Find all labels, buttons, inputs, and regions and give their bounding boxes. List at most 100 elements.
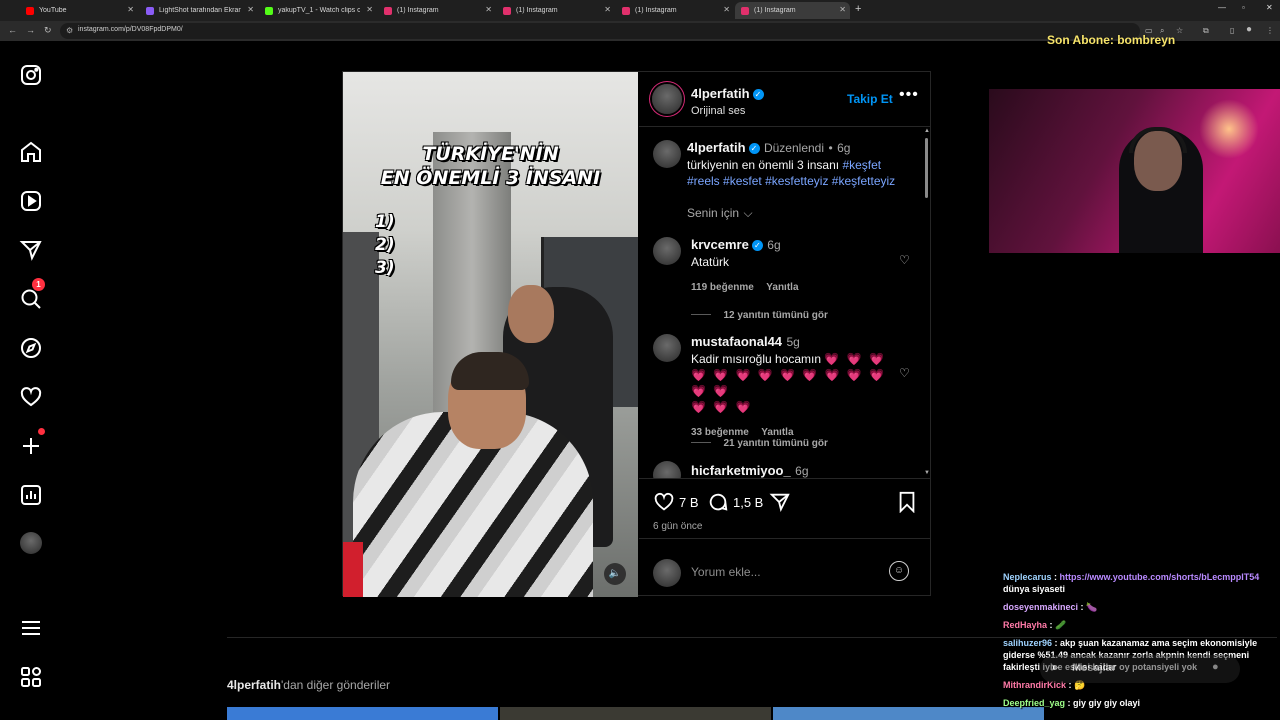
commenter-avatar[interactable] — [653, 461, 681, 478]
comment-like-icon[interactable]: ♡ — [899, 366, 910, 380]
stream-chat: Neplecarus : https://www.youtube.com/sho… — [1003, 571, 1278, 715]
caption-avatar[interactable] — [653, 140, 681, 168]
site-info-icon[interactable]: ⚙ — [66, 26, 73, 35]
tab-instagram-active[interactable]: (1) Instagram ✕ — [735, 2, 850, 19]
comment-username[interactable]: mustafaonal44 — [691, 334, 782, 349]
explore-icon[interactable] — [19, 336, 43, 360]
comment-button[interactable]: 1,5 B — [707, 491, 763, 513]
post-thumbnail[interactable] — [500, 707, 771, 720]
extensions-icon[interactable]: ⧉ — [1203, 26, 1209, 36]
save-button[interactable] — [897, 491, 921, 513]
notifications-icon[interactable] — [19, 385, 43, 409]
tab-label: (1) Instagram — [635, 7, 677, 14]
bookmark-star-icon[interactable]: ☆ — [1176, 26, 1183, 35]
scroll-thumb[interactable] — [925, 138, 928, 198]
author-avatar[interactable] — [652, 84, 682, 114]
share-icon — [769, 493, 790, 512]
url-text[interactable]: instagram.com/p/DV08FpdDPM0/ — [78, 26, 183, 33]
comment-username[interactable]: krvcemre — [691, 237, 749, 252]
view-replies[interactable]: 21 yanıtın tümünü gör — [691, 433, 828, 451]
add-comment-input[interactable]: Yorum ekle... — [691, 565, 761, 579]
hashtag-link[interactable]: #kesfet — [723, 174, 762, 188]
for-you-dropdown[interactable]: Senin için ⌵ — [687, 204, 753, 222]
search-icon[interactable] — [19, 287, 43, 311]
more-options-icon[interactable]: ••• — [899, 86, 919, 104]
close-window-icon[interactable]: ✕ — [1266, 3, 1273, 12]
video-list: 1) 2) 3) — [375, 211, 395, 280]
more-posts-username[interactable]: 4lperfatih — [227, 678, 281, 692]
author-info: 4lperfatih ✓ Orijinal ses — [691, 85, 764, 117]
profile-icon[interactable]: ● — [1246, 24, 1252, 35]
posted-time: 6 gün önce — [653, 521, 703, 532]
menu-icon[interactable] — [19, 616, 43, 640]
follow-button[interactable]: Takip Et — [847, 92, 893, 106]
sidebar-icon[interactable]: ▯ — [1230, 26, 1234, 35]
video-title-line: EN ÖNEMLİ 3 İNSANI — [380, 167, 601, 189]
reply-button[interactable]: Yanıtla — [766, 282, 798, 293]
messages-button[interactable]: ➤ Mesajlar ● — [1040, 655, 1240, 683]
video-title-line: TÜRKİYE'NİN — [422, 143, 559, 165]
comment-likes[interactable]: 119 beğenme — [691, 282, 754, 293]
audio-link[interactable]: Orijinal ses — [691, 105, 764, 117]
like-button[interactable]: 7 B — [653, 491, 699, 513]
create-icon[interactable] — [19, 434, 43, 458]
address-bar[interactable]: ⚙ instagram.com/p/DV08FpdDPM0/ — [60, 23, 1140, 39]
comment-icon — [709, 493, 728, 511]
close-tab-icon[interactable]: ✕ — [839, 5, 846, 14]
hashtag-link[interactable]: #keşfet — [842, 158, 881, 172]
browser-menu-icon[interactable]: ⋮ — [1266, 26, 1274, 35]
instagram-logo-icon[interactable] — [19, 63, 43, 87]
tab-label: (1) Instagram — [516, 7, 558, 14]
commenter-avatar[interactable] — [653, 237, 681, 265]
minimize-icon[interactable]: — — [1218, 3, 1226, 12]
close-tab-icon[interactable]: ✕ — [604, 5, 611, 14]
comment-time: 5g — [786, 335, 800, 349]
comments-scrollbar[interactable]: ▲ ▼ — [924, 128, 930, 478]
scroll-down-icon[interactable]: ▼ — [924, 470, 930, 476]
share-button[interactable] — [769, 491, 795, 513]
comment-like-icon[interactable]: ♡ — [899, 253, 910, 267]
view-replies[interactable]: 12 yanıtın tümünü gör — [691, 305, 828, 323]
emoji-icon[interactable]: ☺ — [889, 561, 909, 581]
tab-lightshot[interactable]: LightShot tarafından Ekran Görü ✕ — [140, 2, 258, 19]
close-tab-icon[interactable]: ✕ — [127, 5, 134, 14]
tab-instagram-2[interactable]: (1) Instagram ✕ — [497, 2, 615, 19]
reload-icon[interactable]: ↻ — [44, 25, 52, 36]
caption-username[interactable]: 4lperfatih — [687, 140, 746, 155]
tab-label: LightShot tarafından Ekran Görü — [159, 7, 241, 14]
post-thumbnail[interactable] — [227, 707, 498, 720]
dashboard-icon[interactable] — [19, 483, 43, 507]
commenter-avatar[interactable] — [653, 334, 681, 362]
mute-icon[interactable]: 🔈 — [604, 563, 626, 585]
tab-instagram-3[interactable]: (1) Instagram ✕ — [616, 2, 734, 19]
reel-video[interactable]: TÜRKİYE'NİN EN ÖNEMLİ 3 İNSANI 1) 2) 3) … — [343, 72, 638, 597]
close-tab-icon[interactable]: ✕ — [723, 5, 730, 14]
hashtag-link[interactable]: #kesfetteyiz — [765, 174, 828, 188]
maximize-icon[interactable]: ▫ — [1242, 3, 1245, 12]
messages-label: Mesajlar — [1072, 662, 1117, 674]
tab-youtube[interactable]: YouTube ✕ — [20, 2, 138, 19]
author-username[interactable]: 4lperfatih — [691, 86, 750, 101]
tab-label: (1) Instagram — [754, 7, 796, 14]
profile-avatar[interactable] — [20, 532, 42, 554]
new-tab-icon[interactable]: + — [855, 3, 861, 15]
tab-instagram-1[interactable]: (1) Instagram ✕ — [378, 2, 496, 19]
chat-link[interactable]: https://www.youtube.com/shorts/bLecmppIT… — [1060, 572, 1260, 582]
scroll-up-icon[interactable]: ▲ — [924, 128, 930, 134]
forward-icon[interactable]: → — [26, 25, 35, 35]
close-tab-icon[interactable]: ✕ — [485, 5, 492, 14]
last-subscriber-overlay: Son Abone: bombreyn — [1047, 33, 1176, 47]
close-tab-icon[interactable]: ✕ — [366, 5, 373, 14]
tab-kick[interactable]: yakupTV_1 - Watch clips on Ki ✕ — [259, 2, 377, 19]
comment-username[interactable]: hicfarketmiyoo_ — [691, 463, 791, 478]
chat-message: Deepfried_yag : giy giy giy olayi — [1003, 698, 1141, 708]
hashtag-link[interactable]: #keşfetteyiz — [832, 174, 895, 188]
edited-label: Düzenlendi — [763, 141, 825, 155]
more-apps-icon[interactable] — [19, 665, 43, 689]
messages-icon[interactable] — [19, 238, 43, 262]
home-icon[interactable] — [19, 140, 43, 164]
hashtag-link[interactable]: #reels — [687, 174, 720, 188]
reels-icon[interactable] — [19, 189, 43, 213]
back-icon[interactable]: ← — [8, 25, 17, 35]
close-tab-icon[interactable]: ✕ — [247, 5, 254, 14]
